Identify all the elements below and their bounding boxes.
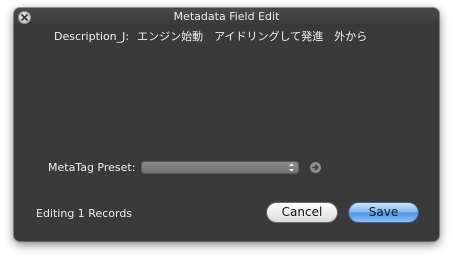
title-bar[interactable]: Metadata Field Edit: [14, 8, 439, 27]
description-label: Description_J:: [54, 30, 130, 43]
save-button[interactable]: Save: [349, 203, 418, 222]
metatag-preset-label: MetaTag Preset:: [48, 161, 136, 174]
chevron-updown-icon: [289, 163, 294, 172]
dialog-window: Metadata Field Edit Description_J: エンジン始動…: [14, 8, 439, 241]
description-field: Description_J: エンジン始動 アイドリングして発進 外から: [54, 28, 367, 44]
metatag-preset-select[interactable]: [141, 161, 299, 174]
status-text: Editing 1 Records: [36, 207, 133, 220]
description-value[interactable]: エンジン始動 アイドリングして発進 外から: [137, 30, 367, 43]
arrow-right-icon: [312, 164, 319, 171]
window-title: Metadata Field Edit: [173, 10, 280, 23]
cancel-button[interactable]: Cancel: [267, 203, 337, 222]
apply-preset-button[interactable]: [310, 162, 321, 173]
